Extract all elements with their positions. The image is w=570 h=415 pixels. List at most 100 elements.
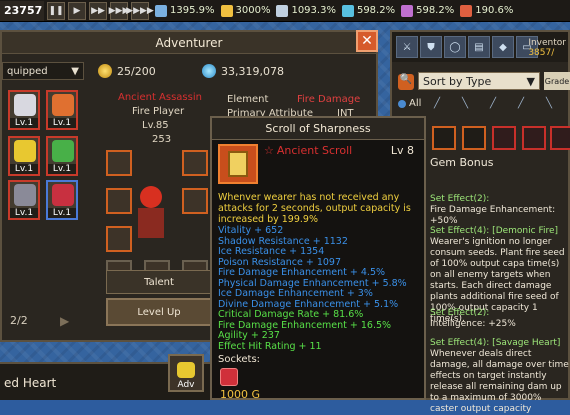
top-bar: 23757 ❚❚ ▶ ▶▶ ▶▶▶ ▶▶▶▶ 1395.9% 3000% 109…	[0, 0, 570, 22]
star-icon: ☆	[264, 144, 274, 157]
equipment-slot-weapon[interactable]	[106, 150, 132, 176]
gold-counter: 23757	[0, 0, 44, 21]
item-stats: Vitality + 652 Shadow Resistance + 1132 …	[218, 225, 422, 352]
pause-button[interactable]: ❚❚	[47, 1, 65, 20]
adventurer-title-bar: Adventurer	[2, 32, 376, 54]
filter-sword-icon[interactable]: ╱	[434, 98, 454, 110]
bottom-label: ed Heart	[4, 376, 57, 390]
stat-line: Critical Damage Rate + 81.6%	[218, 309, 364, 320]
set-effect: Set Effect(4): [Savage Heart] Whenever de…	[430, 338, 569, 414]
shield-icon	[401, 4, 414, 17]
stat-line: Effect Hit Rating + 11	[218, 340, 322, 352]
coin-icon	[98, 64, 112, 78]
speed-1-button[interactable]: ▶	[68, 1, 86, 20]
tab-ring-icon[interactable]: ◯	[444, 36, 466, 58]
adventurer-title: Adventurer	[155, 35, 223, 50]
speed-4-button[interactable]: ▶▶▶▶	[126, 1, 154, 20]
hero-body	[138, 208, 164, 238]
item-level: Lv 8	[390, 144, 414, 157]
set-effect: Set Effect(2): Fire Damage Enhancement: +…	[430, 194, 556, 226]
stat-bolt: 3000%	[220, 4, 270, 17]
close-button[interactable]: ✕	[356, 30, 378, 52]
hero-card[interactable]: Lv.1	[8, 90, 40, 130]
hero-portrait	[52, 184, 74, 206]
stat-sword: 1395.9%	[155, 4, 215, 17]
hero-head	[140, 186, 162, 208]
speed-2-button[interactable]: ▶▶	[89, 1, 107, 20]
hero-portrait	[14, 184, 36, 206]
hero-player-name: Fire Player	[132, 106, 185, 117]
chevron-down-icon: ▼	[71, 65, 79, 77]
tab-book-icon[interactable]: ▤	[468, 36, 490, 58]
chevron-down-icon: ▼	[526, 74, 535, 88]
hero-level: Lv.85	[142, 120, 169, 131]
item-tooltip: Scroll of Sharpness ☆ Ancient Scroll Lv 8…	[210, 116, 426, 401]
pager: 2/2	[10, 314, 28, 327]
stat-line: Ice Resistance + 1354	[218, 246, 325, 257]
filter-staff-icon[interactable]: ╱	[490, 98, 510, 110]
arrow-icon	[341, 4, 354, 17]
feather-icon	[276, 4, 289, 17]
inventory-slot[interactable]	[522, 126, 546, 150]
equipment-slot-scroll[interactable]	[182, 188, 208, 214]
hero-portrait	[52, 94, 74, 116]
hero-card[interactable]: Lv.1	[8, 136, 40, 176]
equipped-label: quipped	[7, 65, 48, 77]
stat-fire: 190.6%	[460, 4, 513, 17]
sort-dropdown[interactable]: Sort by Type ▼	[418, 72, 540, 90]
element-value: Fire Damage	[297, 94, 361, 105]
item-price: 1000 G	[220, 388, 261, 401]
gem-count: 33,319,078	[202, 64, 284, 78]
next-page-icon[interactable]: ▶	[60, 314, 69, 328]
bolt-icon	[220, 4, 233, 17]
element-label: Element	[227, 94, 269, 105]
tab-armor-icon[interactable]: ⛊	[420, 36, 442, 58]
inventory-slot[interactable]	[550, 126, 570, 150]
stat-line: Fire Damage Enhancement + 4.5%	[218, 267, 386, 278]
hero-portrait	[14, 140, 36, 162]
hero-card[interactable]: Lv.1	[46, 90, 78, 130]
item-grade-name: ☆ Ancient Scroll	[264, 144, 353, 157]
talent-button[interactable]: Talent	[106, 270, 212, 294]
item-description: Whenver wearer has not received any atta…	[218, 192, 411, 225]
inventory-slot[interactable]	[492, 126, 516, 150]
hero-card[interactable]: Lv.1	[46, 136, 78, 176]
inventory-slot[interactable]	[462, 126, 486, 150]
level-up-button[interactable]: Level Up	[106, 298, 212, 326]
stat-arrow: 598.2%	[341, 4, 395, 17]
tab-weapon-icon[interactable]: ⚔	[396, 36, 418, 58]
hero-class-name: Ancient Assassin	[118, 92, 202, 103]
fire-icon	[460, 4, 473, 17]
tab-gem-icon[interactable]: ◆	[492, 36, 514, 58]
sockets-label: Sockets:	[218, 354, 261, 365]
search-icon[interactable]: 🔍	[398, 74, 414, 90]
equipped-filter-dropdown[interactable]: quipped ▼	[2, 62, 84, 80]
stat-line: Ice Damage Enhancement + 3%	[218, 288, 373, 299]
hero-sprite	[100, 180, 180, 252]
set-effect: Set Effect(2): Intelligence: +25%	[430, 308, 516, 329]
equipment-slot-trinket[interactable]	[182, 150, 208, 176]
filter-bow-icon[interactable]: ╱	[518, 98, 538, 110]
hero-card[interactable]: Lv.1	[8, 180, 40, 220]
inventory-slot[interactable]	[432, 126, 456, 150]
hero-card[interactable]: Lv.1	[46, 180, 78, 220]
hero-attack: 253	[152, 134, 172, 145]
gem-icon	[202, 64, 216, 78]
socket-gem-icon	[220, 368, 238, 386]
hero-portrait	[52, 140, 74, 162]
tooltip-title: Scroll of Sharpness	[212, 118, 424, 140]
party-count: 25/200	[98, 64, 156, 78]
adventurer-button[interactable]: Adv	[168, 354, 204, 392]
inventory-label: Inventor 3857/	[528, 38, 566, 58]
filter-all-radio[interactable]: All	[398, 98, 421, 109]
sword-icon	[155, 4, 167, 17]
adventurer-icon	[177, 362, 195, 378]
hero-portrait	[14, 94, 36, 116]
grade-filter-button[interactable]: Grade	[544, 72, 570, 90]
stat-feather: 1093.3%	[276, 4, 336, 17]
filter-wand-icon[interactable]: ╲	[546, 98, 566, 110]
scroll-icon	[218, 144, 258, 184]
radio-icon	[398, 99, 406, 108]
filter-dagger-icon[interactable]: ╲	[462, 98, 482, 110]
gem-bonus-title: Gem Bonus	[430, 156, 494, 169]
